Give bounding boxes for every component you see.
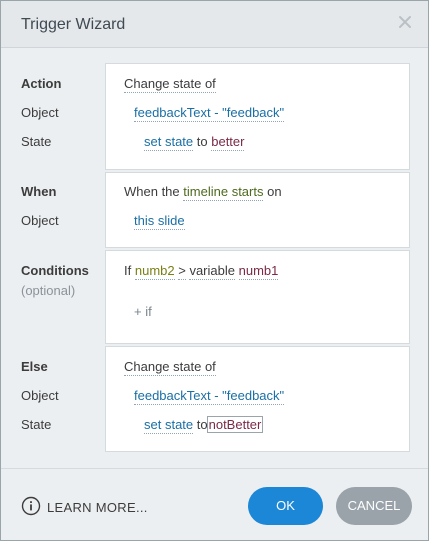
learn-more-link[interactable]: LEARN MORE... <box>47 500 148 515</box>
else-state-line: set state tonotBetter <box>144 416 264 434</box>
when-card: When the timeline starts on this slide <box>105 172 410 248</box>
conditions-section: Conditions (optional) If numb2 > variabl… <box>1 250 428 345</box>
else-object-dropdown[interactable]: feedbackText - "feedback" <box>134 388 285 405</box>
ok-button[interactable]: OK <box>248 487 323 525</box>
when-event-dropdown[interactable]: timeline starts <box>183 184 264 201</box>
info-icon[interactable] <box>21 496 41 516</box>
action-set-state-dropdown[interactable]: set state <box>144 134 194 151</box>
else-state-value-dropdown[interactable]: notBetter <box>206 416 264 433</box>
condition-line[interactable]: If numb2 > variable numb1 <box>124 263 279 280</box>
else-to-text: to <box>196 417 208 432</box>
action-verb-line: Change state of <box>124 76 216 93</box>
action-verb-dropdown[interactable]: Change state of <box>124 76 216 93</box>
when-label: When <box>21 184 57 199</box>
condition-if-text: If <box>124 263 132 278</box>
else-object-label: Object <box>21 388 59 403</box>
cancel-button[interactable]: CANCEL <box>336 487 412 525</box>
condition-var2-dropdown[interactable]: numb1 <box>238 263 279 280</box>
action-section: Action Object State Change state of feed… <box>1 63 428 171</box>
when-object-dropdown[interactable]: this slide <box>134 213 185 230</box>
condition-type-dropdown[interactable]: variable <box>189 263 235 280</box>
action-state-value-dropdown[interactable]: better <box>211 134 245 151</box>
action-object-label: Object <box>21 105 59 120</box>
action-object-line: feedbackText - "feedback" <box>134 105 285 122</box>
else-verb-dropdown[interactable]: Change state of <box>124 359 216 376</box>
condition-var1-dropdown[interactable]: numb2 <box>134 263 175 280</box>
else-label: Else <box>21 359 48 374</box>
when-object-line: this slide <box>134 213 185 230</box>
else-card: Change state of feedbackText - "feedback… <box>105 346 410 452</box>
action-object-dropdown[interactable]: feedbackText - "feedback" <box>134 105 285 122</box>
when-prefix-text: When the <box>124 184 180 199</box>
action-card: Change state of feedbackText - "feedback… <box>105 63 410 170</box>
when-on-text: on <box>267 184 282 199</box>
conditions-label: Conditions <box>21 263 89 278</box>
else-verb-line: Change state of <box>124 359 216 376</box>
else-object-line: feedbackText - "feedback" <box>134 388 285 405</box>
condition-operator-dropdown[interactable]: > <box>178 263 186 280</box>
else-set-state-dropdown[interactable]: set state <box>144 417 194 434</box>
add-if-button[interactable]: + if <box>134 304 152 319</box>
trigger-wizard-dialog: Trigger Wizard Action Object State Chang… <box>0 0 429 541</box>
dialog-body: Action Object State Change state of feed… <box>1 49 428 468</box>
else-state-label: State <box>21 417 52 432</box>
dialog-footer: LEARN MORE... OK CANCEL <box>1 468 428 540</box>
title-bar: Trigger Wizard <box>1 1 428 48</box>
action-state-label: State <box>21 134 52 149</box>
action-state-line: set state to better <box>144 134 245 151</box>
when-event-line: When the timeline starts on <box>124 184 282 201</box>
conditions-card: If numb2 > variable numb1 + if <box>105 250 410 344</box>
dialog-title: Trigger Wizard <box>21 16 126 33</box>
action-to-text: to <box>196 134 208 149</box>
when-section: When Object When the timeline starts on … <box>1 172 428 249</box>
when-object-label: Object <box>21 213 59 228</box>
close-icon[interactable] <box>396 13 414 31</box>
else-section: Else Object State Change state of feedba… <box>1 346 428 452</box>
action-label: Action <box>21 76 62 91</box>
conditions-optional-label: (optional) <box>21 283 76 298</box>
